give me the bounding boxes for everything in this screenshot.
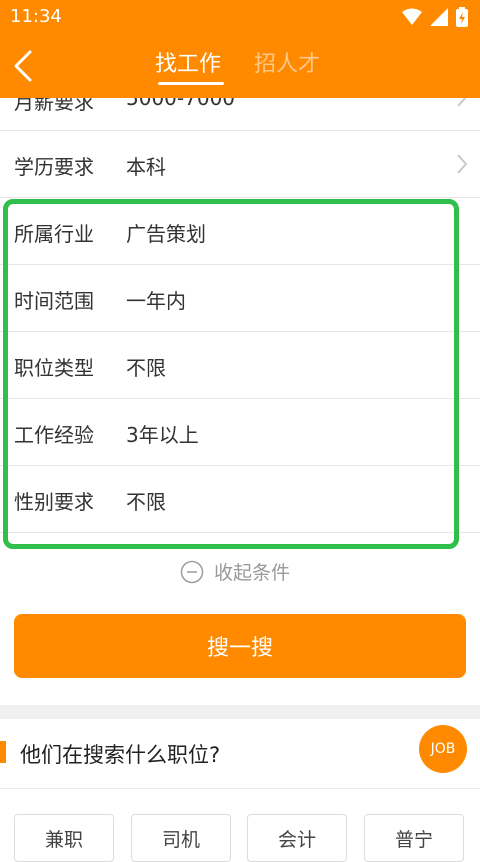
collapse-filters-button[interactable]: 收起条件 (180, 558, 290, 585)
status-bar: 11:34 (0, 0, 480, 34)
highlight-box (3, 199, 459, 549)
tag-item[interactable]: 司机 (131, 814, 231, 862)
tab-find-job[interactable]: 找工作 (155, 46, 221, 78)
tab-recruit-talent[interactable]: 招人才 (254, 46, 320, 78)
battery-icon (456, 7, 468, 27)
header-overlay: 找工作 招人才 (0, 34, 480, 98)
minus-circle-icon (180, 560, 204, 583)
search-button[interactable]: 搜一搜 (14, 614, 466, 678)
job-badge[interactable]: JOB (419, 725, 467, 773)
tab-underline (158, 82, 224, 85)
tag-item[interactable]: 会计 (247, 814, 347, 862)
status-icons (402, 7, 468, 27)
section-accent-bar (0, 741, 6, 763)
filter-label: 学历要求 (14, 155, 94, 179)
status-time: 11:34 (10, 6, 62, 27)
collapse-label: 收起条件 (214, 562, 291, 584)
tag-item[interactable]: 普宁 (364, 814, 464, 862)
section-underline (0, 788, 480, 789)
section-title: 他们在搜索什么职位? (20, 743, 221, 767)
tag-item[interactable]: 兼职 (14, 814, 114, 862)
back-arrow-icon[interactable] (10, 48, 38, 84)
chevron-right-icon (457, 154, 468, 174)
filter-value: 本科 (126, 155, 166, 179)
filter-row-education[interactable]: 学历要求 本科 (0, 131, 480, 198)
signal-icon (430, 8, 448, 26)
wifi-icon (402, 8, 422, 25)
section-divider (0, 705, 480, 719)
